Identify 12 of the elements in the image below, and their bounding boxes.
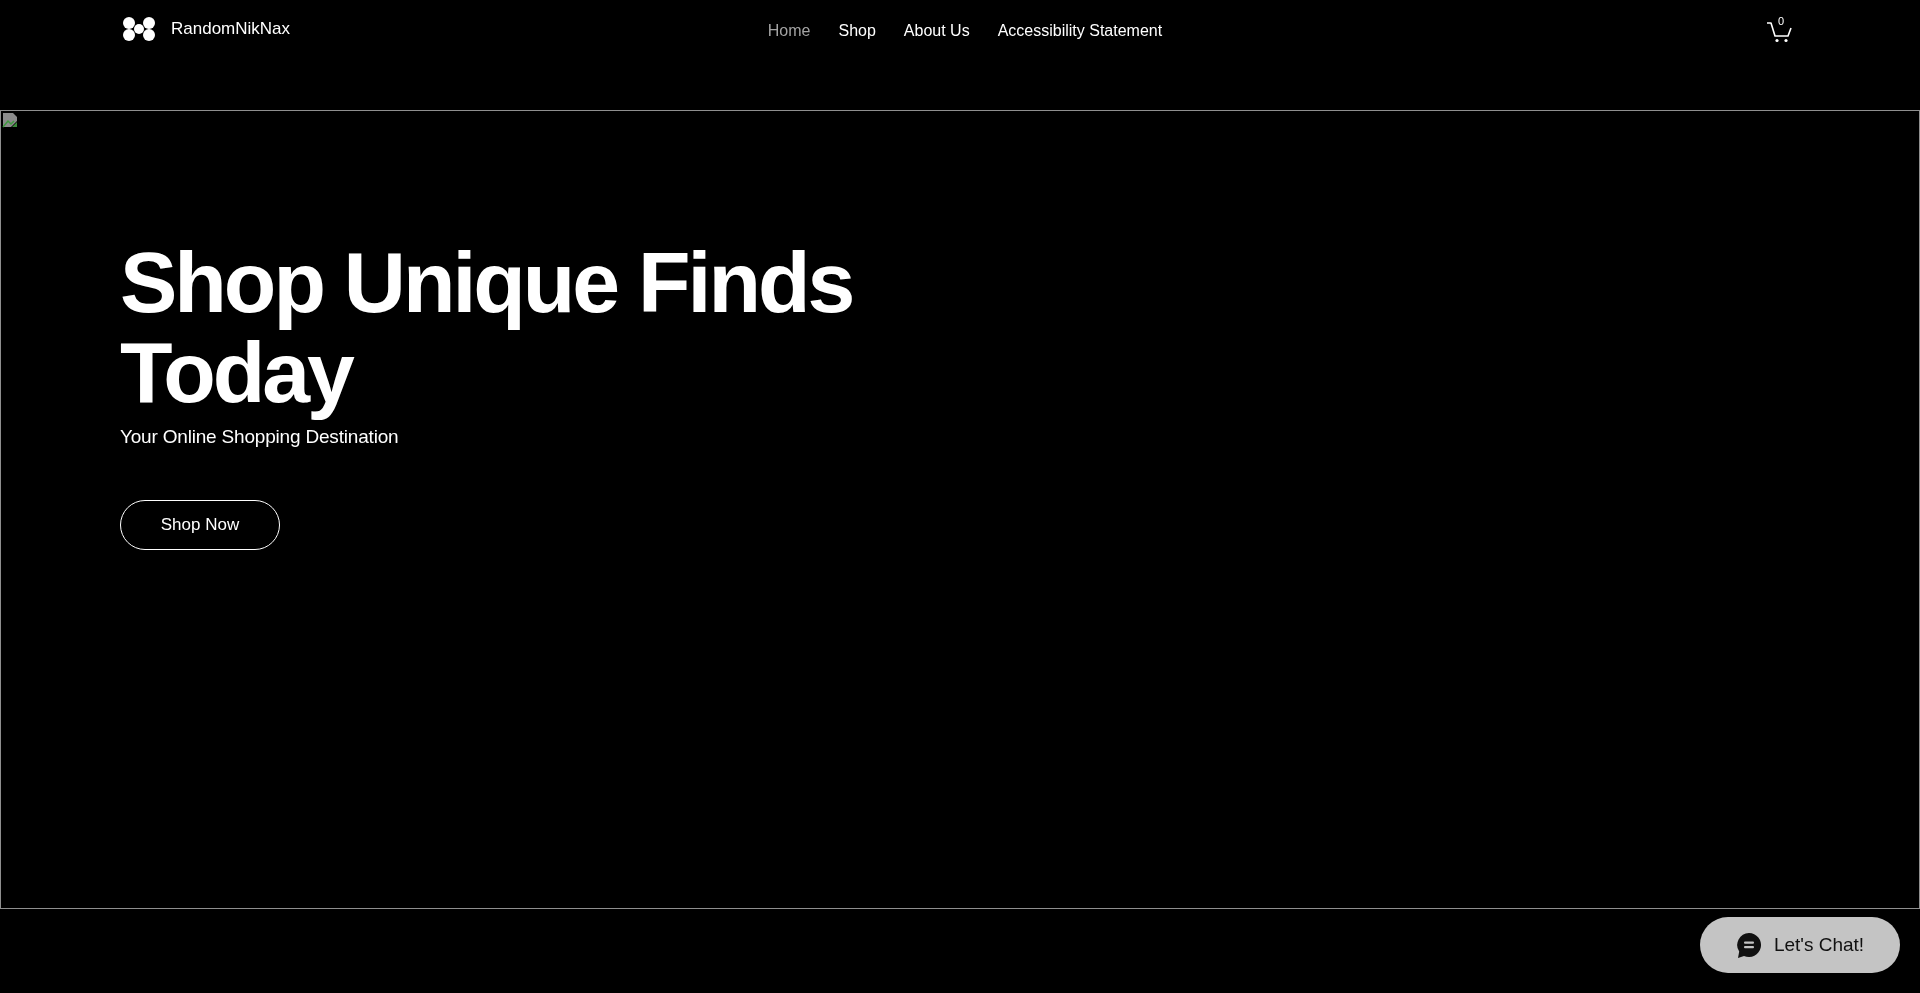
nav-link[interactable]: Home [767, 20, 811, 42]
brand-name[interactable]: RandomNikNax [171, 19, 291, 39]
nav-link[interactable]: Shop [838, 20, 876, 42]
chat-bubble-icon [1735, 931, 1762, 959]
nav-link[interactable]: About Us [903, 20, 970, 42]
chat-button[interactable]: Let's Chat! [1700, 917, 1900, 973]
hero-subtitle: Your Online Shopping Destination [120, 425, 399, 449]
cart-count: 0 [1778, 15, 1785, 27]
cart-button[interactable]: 0 [1766, 17, 1796, 43]
nav-link[interactable]: Accessibility Statement [997, 20, 1163, 42]
logo-icon [122, 17, 156, 41]
shop-now-button[interactable]: Shop Now [120, 500, 280, 550]
